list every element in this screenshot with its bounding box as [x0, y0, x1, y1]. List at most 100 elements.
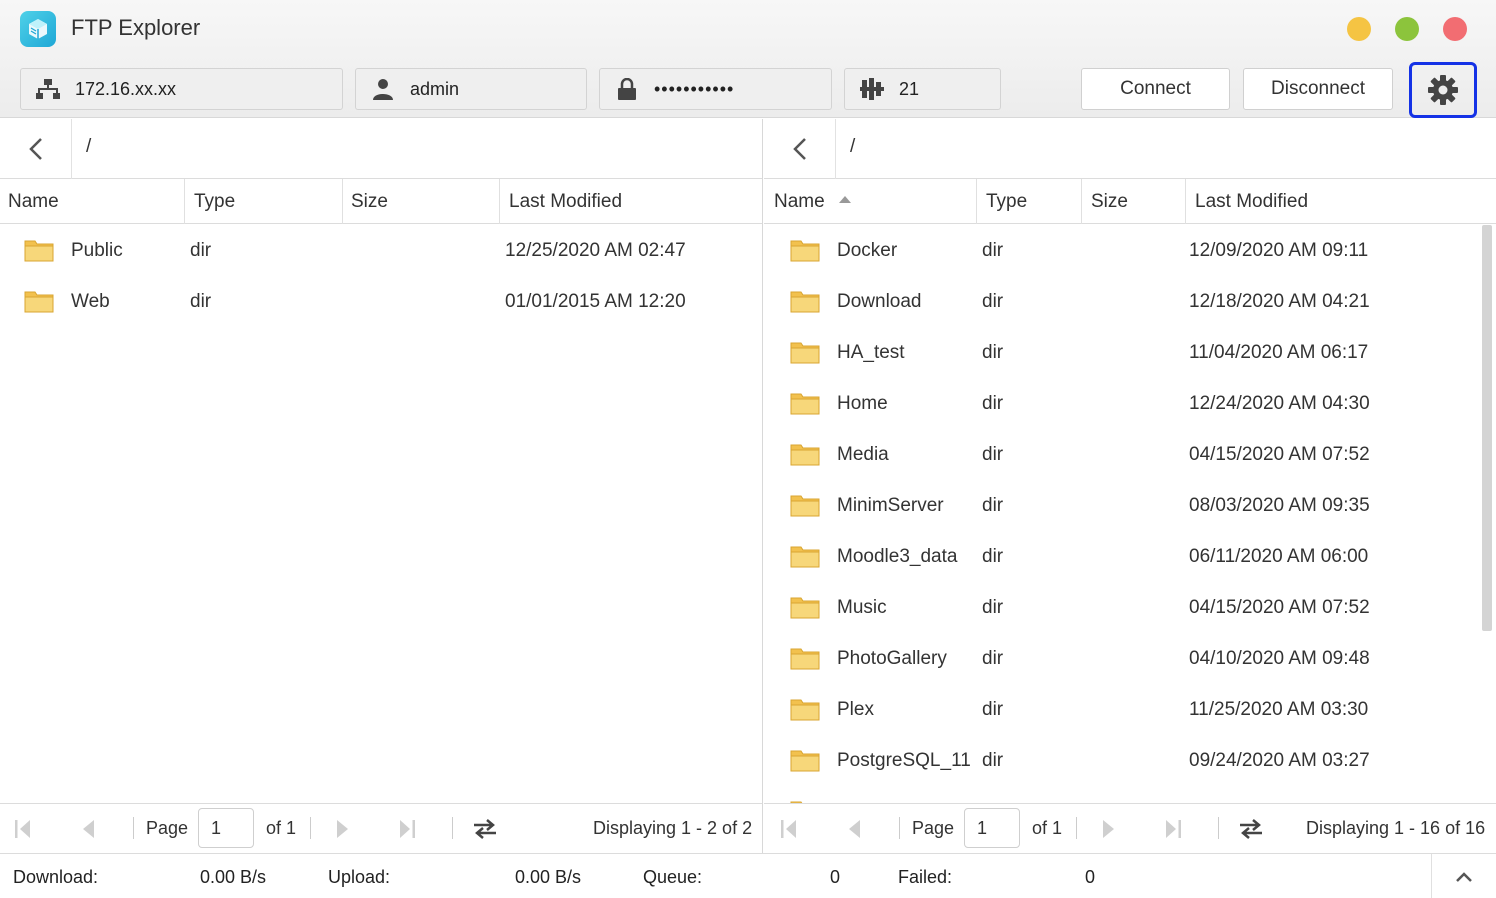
- remote-path[interactable]: /: [850, 136, 855, 158]
- file-name: Media: [837, 444, 889, 465]
- file-row[interactable]: Plex dir 11/25/2020 AM 03:30: [764, 684, 1496, 735]
- next-page-button[interactable]: [1094, 814, 1124, 844]
- gear-icon: [1428, 75, 1458, 105]
- column-name-label: Name: [774, 191, 825, 212]
- port-icon: [857, 75, 887, 103]
- column-type[interactable]: Type: [186, 179, 342, 224]
- file-name: Moodle3_data: [837, 546, 958, 567]
- folder-icon: [790, 697, 820, 721]
- port-value: 21: [899, 78, 920, 99]
- last-page-button[interactable]: [1158, 814, 1188, 844]
- title-bar: FTP Explorer 172.16.xx.xx admin ••••••••…: [0, 0, 1496, 118]
- next-page-button[interactable]: [328, 814, 358, 844]
- download-label: Download:: [13, 867, 99, 887]
- file-modified: 04/15/2020 AM 07:52: [1189, 444, 1370, 465]
- local-table-header: Name Type Size Last Modified: [0, 179, 762, 224]
- column-last-modified[interactable]: Last Modified: [501, 179, 761, 224]
- page-label: Page: [912, 818, 955, 838]
- displaying-count: Displaying 1 - 2 of 2: [593, 818, 753, 838]
- file-modified: 12/25/2020 AM 02:47: [505, 240, 686, 261]
- file-row[interactable]: Music dir 04/15/2020 AM 07:52: [764, 582, 1496, 633]
- minimize-button[interactable]: [1347, 17, 1371, 41]
- prev-page-button[interactable]: [839, 814, 869, 844]
- remote-back-button[interactable]: [764, 119, 836, 179]
- file-type: dir: [982, 240, 1004, 261]
- file-type: dir: [982, 648, 1004, 669]
- file-modified: 12/18/2020 AM 04:21: [1189, 291, 1370, 312]
- page-input[interactable]: 1: [964, 808, 1020, 848]
- host-field[interactable]: 172.16.xx.xx: [20, 68, 343, 110]
- prev-page-icon: [849, 820, 860, 838]
- file-row[interactable]: Public dir 12/25/2020 AM 02:47: [0, 225, 762, 276]
- username-field[interactable]: admin: [355, 68, 587, 110]
- remote-scrollbar[interactable]: [1482, 225, 1492, 631]
- file-type: dir: [982, 597, 1004, 618]
- file-modified: 12/24/2020 AM 04:30: [1189, 393, 1370, 414]
- refresh-button[interactable]: [1236, 814, 1266, 844]
- next-page-icon: [1103, 820, 1114, 838]
- file-row[interactable]: Media dir 04/15/2020 AM 07:52: [764, 429, 1496, 480]
- file-row[interactable]: PhotoGallery dir 04/10/2020 AM 09:48: [764, 633, 1496, 684]
- file-row[interactable]: MinimServer dir 08/03/2020 AM 09:35: [764, 480, 1496, 531]
- column-type[interactable]: Type: [978, 179, 1081, 224]
- prev-page-button[interactable]: [73, 814, 103, 844]
- column-last-modified[interactable]: Last Modified: [1187, 179, 1487, 224]
- first-page-button[interactable]: [8, 814, 38, 844]
- file-type: dir: [982, 750, 1004, 771]
- column-size[interactable]: Size: [343, 179, 499, 224]
- folder-icon: [790, 748, 820, 772]
- file-row[interactable]: HA_test dir 11/04/2020 AM 06:17: [764, 327, 1496, 378]
- file-type: dir: [982, 393, 1004, 414]
- first-page-button[interactable]: [774, 814, 804, 844]
- connect-button[interactable]: Connect: [1081, 68, 1230, 110]
- first-page-icon: [15, 820, 30, 838]
- port-field[interactable]: 21: [844, 68, 1001, 110]
- password-field[interactable]: •••••••••••: [599, 68, 832, 110]
- maximize-button[interactable]: [1395, 17, 1419, 41]
- column-name[interactable]: Name: [766, 179, 976, 224]
- file-row[interactable]: Home dir 12/24/2020 AM 04:30: [764, 378, 1496, 429]
- host-value: 172.16.xx.xx: [75, 78, 177, 99]
- file-name: Public: [71, 240, 123, 261]
- file-name: Web: [71, 291, 110, 312]
- file-name: Docker: [837, 240, 898, 261]
- file-row[interactable]: Download dir 12/18/2020 AM 04:21: [764, 276, 1496, 327]
- refresh-button[interactable]: [470, 814, 500, 844]
- local-file-list: Public dir 12/25/2020 AM 02:47 Web dir 01/01/…: [0, 225, 762, 803]
- file-row[interactable]: Moodle3_data dir 06/11/2020 AM 06:00: [764, 531, 1496, 582]
- refresh-icon: [1240, 819, 1262, 839]
- file-type: dir: [982, 291, 1004, 312]
- disconnect-button[interactable]: Disconnect: [1243, 68, 1393, 110]
- local-back-button[interactable]: [0, 119, 72, 179]
- file-name: Home: [837, 393, 888, 414]
- local-pager: Page 1 of 1 Displaying 1 - 2 of 2: [0, 803, 762, 853]
- file-row[interactable]: [764, 786, 1496, 803]
- first-page-icon: [781, 820, 796, 838]
- transfer-status-bar: Download: 0.00 B/s Upload: 0.00 B/s Queu…: [0, 853, 1496, 898]
- file-type: dir: [190, 240, 212, 261]
- download-speed: 0.00 B/s: [200, 867, 267, 887]
- file-name: Music: [837, 597, 887, 618]
- remote-file-list: Docker dir 12/09/2020 AM 09:11 Download dir 1…: [764, 225, 1496, 803]
- settings-button[interactable]: [1409, 62, 1477, 118]
- expand-transfers-button[interactable]: [1431, 854, 1496, 898]
- remote-path-bar: /: [764, 119, 1496, 179]
- page-input[interactable]: 1: [198, 808, 254, 848]
- last-page-button[interactable]: [392, 814, 422, 844]
- column-name[interactable]: Name: [0, 179, 184, 224]
- queue-count: 0: [830, 867, 841, 887]
- column-size[interactable]: Size: [1083, 179, 1185, 224]
- upload-label: Upload:: [328, 867, 391, 887]
- file-type: dir: [190, 291, 212, 312]
- upload-speed: 0.00 B/s: [515, 867, 582, 887]
- close-button[interactable]: [1443, 17, 1467, 41]
- folder-icon: [790, 544, 820, 568]
- file-modified: 06/11/2020 AM 06:00: [1189, 546, 1369, 567]
- local-path[interactable]: /: [86, 136, 91, 158]
- file-row[interactable]: PostgreSQL_11 dir 09/24/2020 AM 03:27: [764, 735, 1496, 786]
- failed-label: Failed:: [898, 867, 953, 887]
- file-modified: 01/01/2015 AM 12:20: [505, 291, 686, 312]
- file-row[interactable]: Web dir 01/01/2015 AM 12:20: [0, 276, 762, 327]
- file-row[interactable]: Docker dir 12/09/2020 AM 09:11: [764, 225, 1496, 276]
- next-page-icon: [337, 820, 348, 838]
